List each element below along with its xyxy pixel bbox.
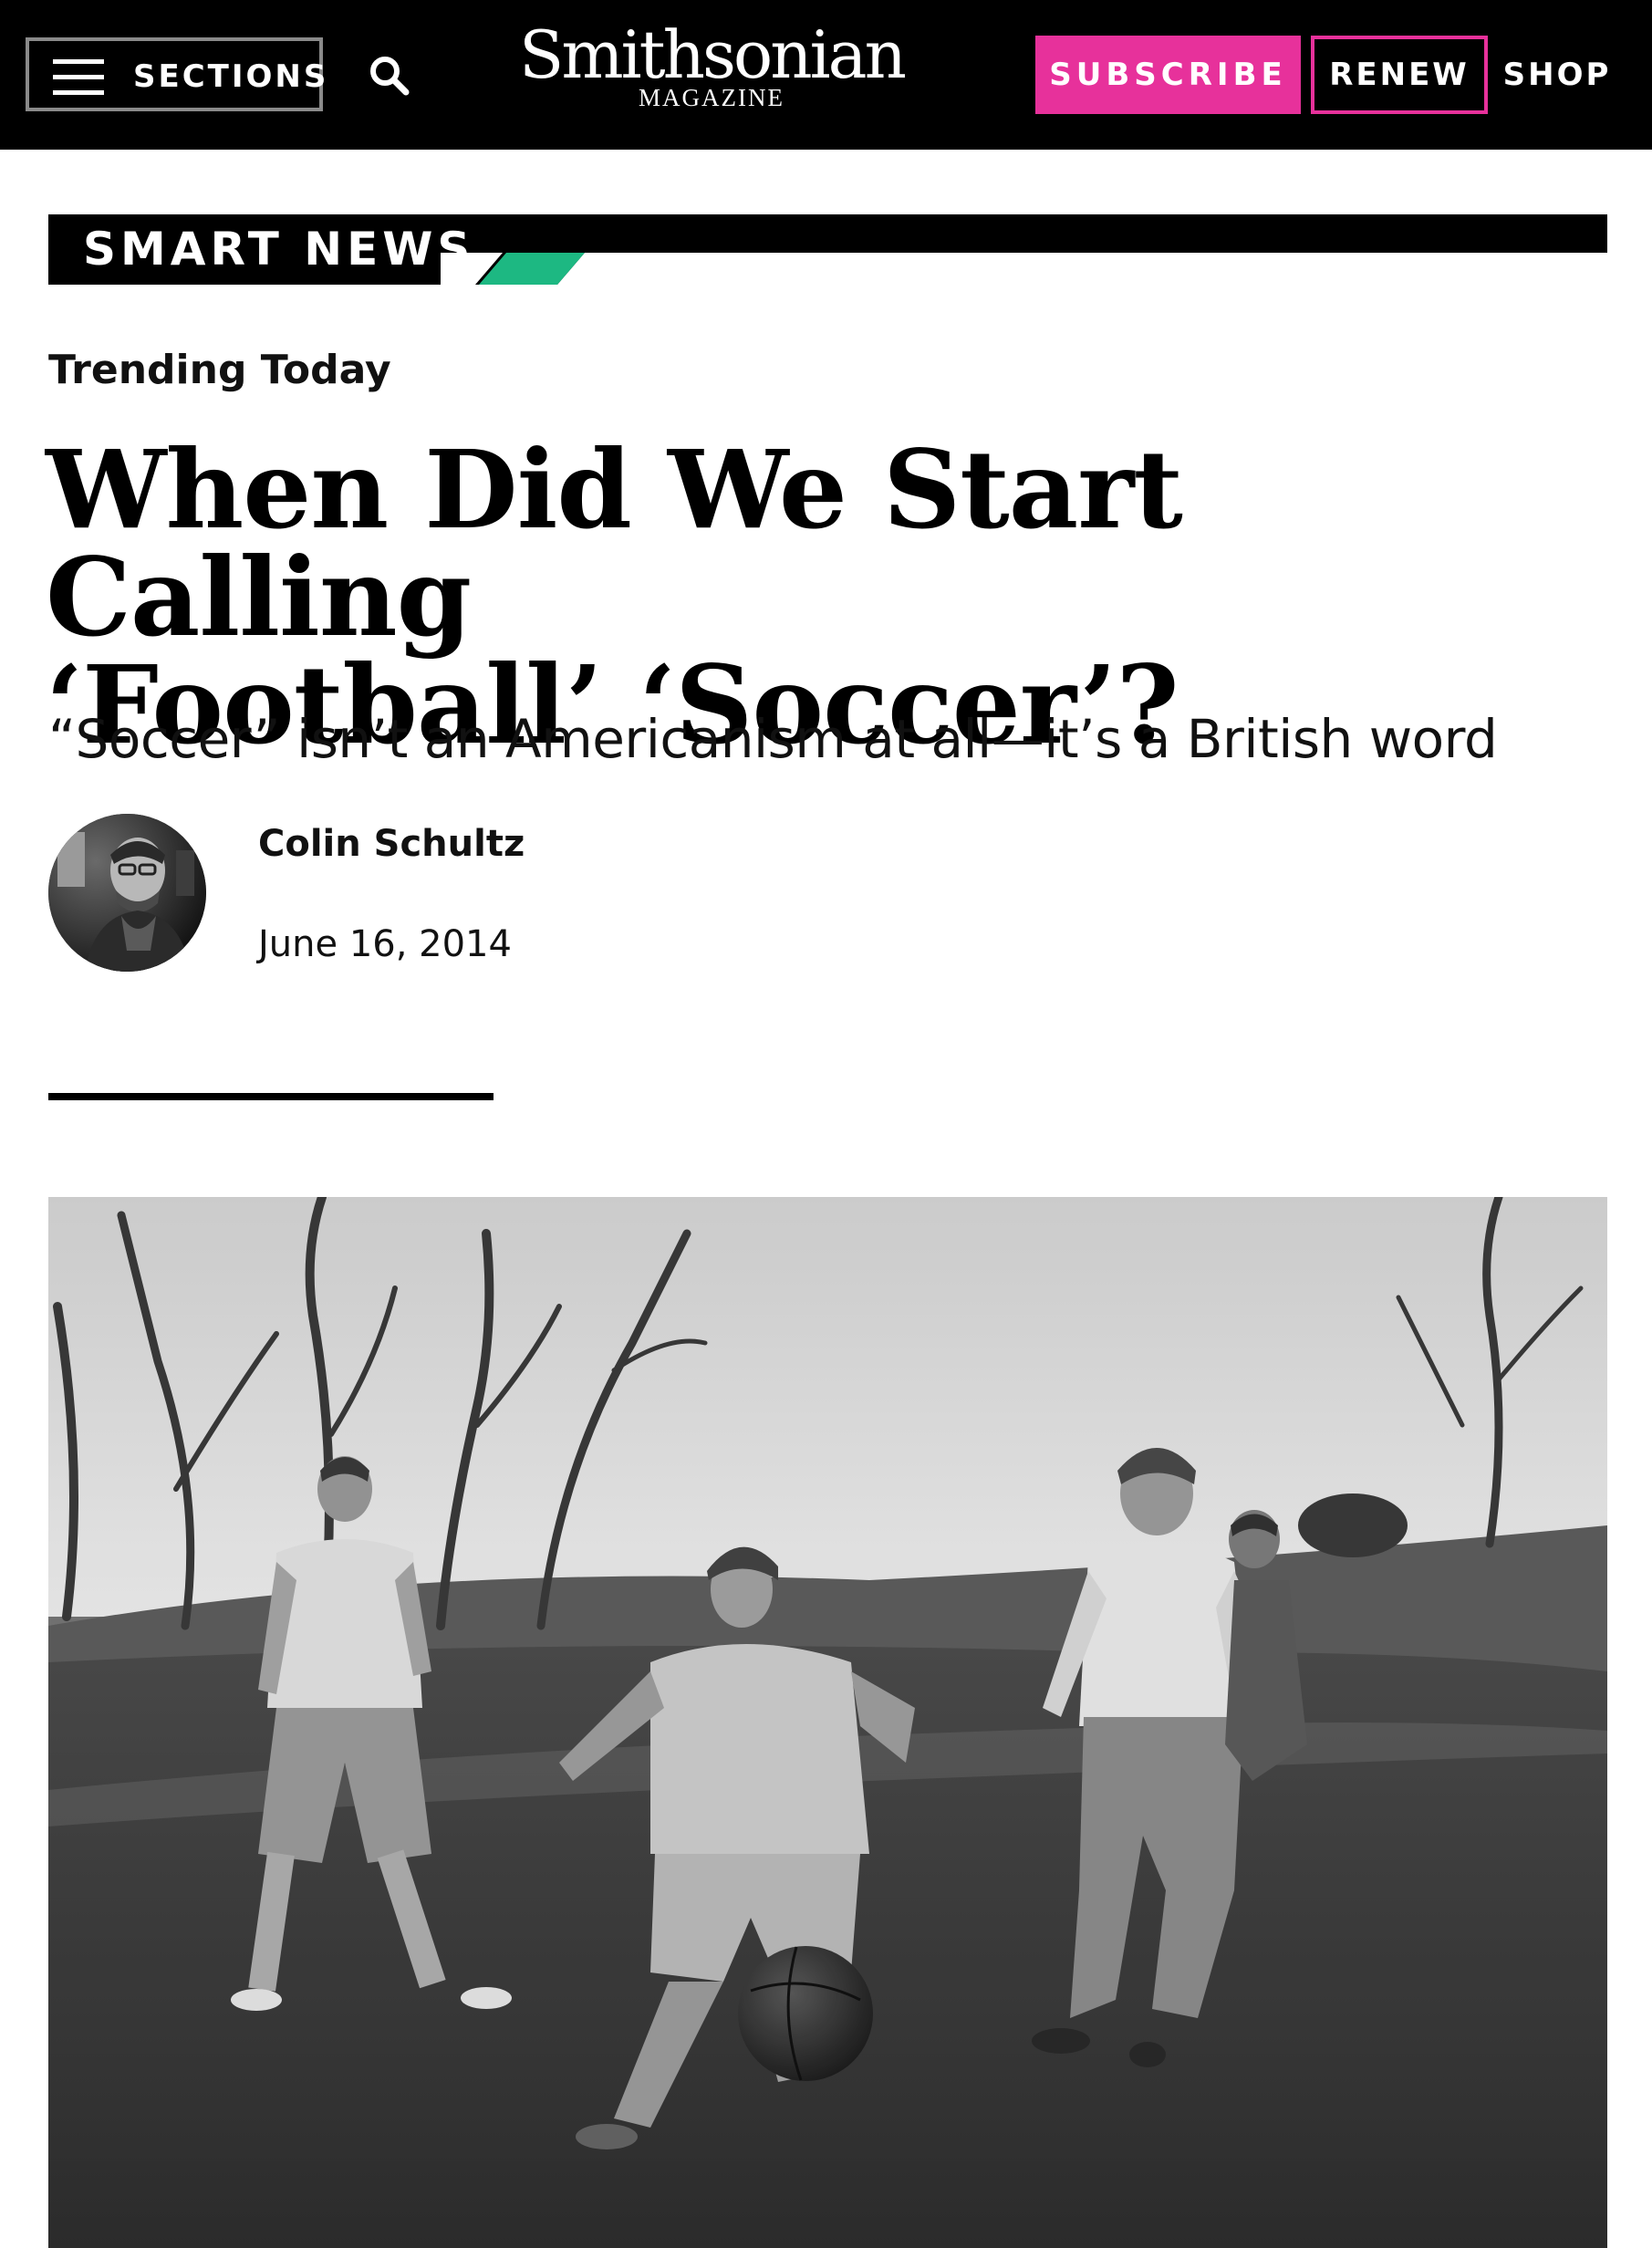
search-icon[interactable] [367, 53, 412, 99]
hero-image [48, 1197, 1607, 2248]
hamburger-menu-icon [53, 59, 104, 96]
author-photo [48, 814, 206, 972]
section-banner: SMART NEWS [48, 214, 1607, 285]
subscribe-button[interactable]: SUBSCRIBE [1035, 36, 1301, 114]
author-avatar[interactable] [48, 814, 206, 972]
article-kicker[interactable]: Trending Today [48, 347, 391, 393]
author-name[interactable]: Colin Schultz [258, 823, 525, 865]
publish-date: June 16, 2014 [258, 923, 512, 965]
shop-link[interactable]: SHOP [1503, 36, 1609, 114]
section-label[interactable]: SMART NEWS [83, 222, 474, 276]
headline-line-1: When Did We Start Calling [46, 426, 1183, 661]
renew-button[interactable]: RENEW [1311, 36, 1488, 114]
boys-playing-soccer-photo [48, 1197, 1607, 2248]
site-header: SECTIONS Smithsonian MAGAZINE SUBSCRIBE … [0, 0, 1652, 150]
sections-label: SECTIONS [133, 58, 329, 95]
article-dek: “Soccer” isn’t an Americanism at all—it’… [48, 708, 1498, 770]
site-logo[interactable]: Smithsonian MAGAZINE [511, 16, 912, 110]
logo-wordmark: Smithsonian [519, 16, 907, 93]
banner-accent-stripe [475, 253, 585, 285]
header-divider [48, 1093, 494, 1100]
sections-menu-button[interactable]: SECTIONS [26, 37, 326, 111]
